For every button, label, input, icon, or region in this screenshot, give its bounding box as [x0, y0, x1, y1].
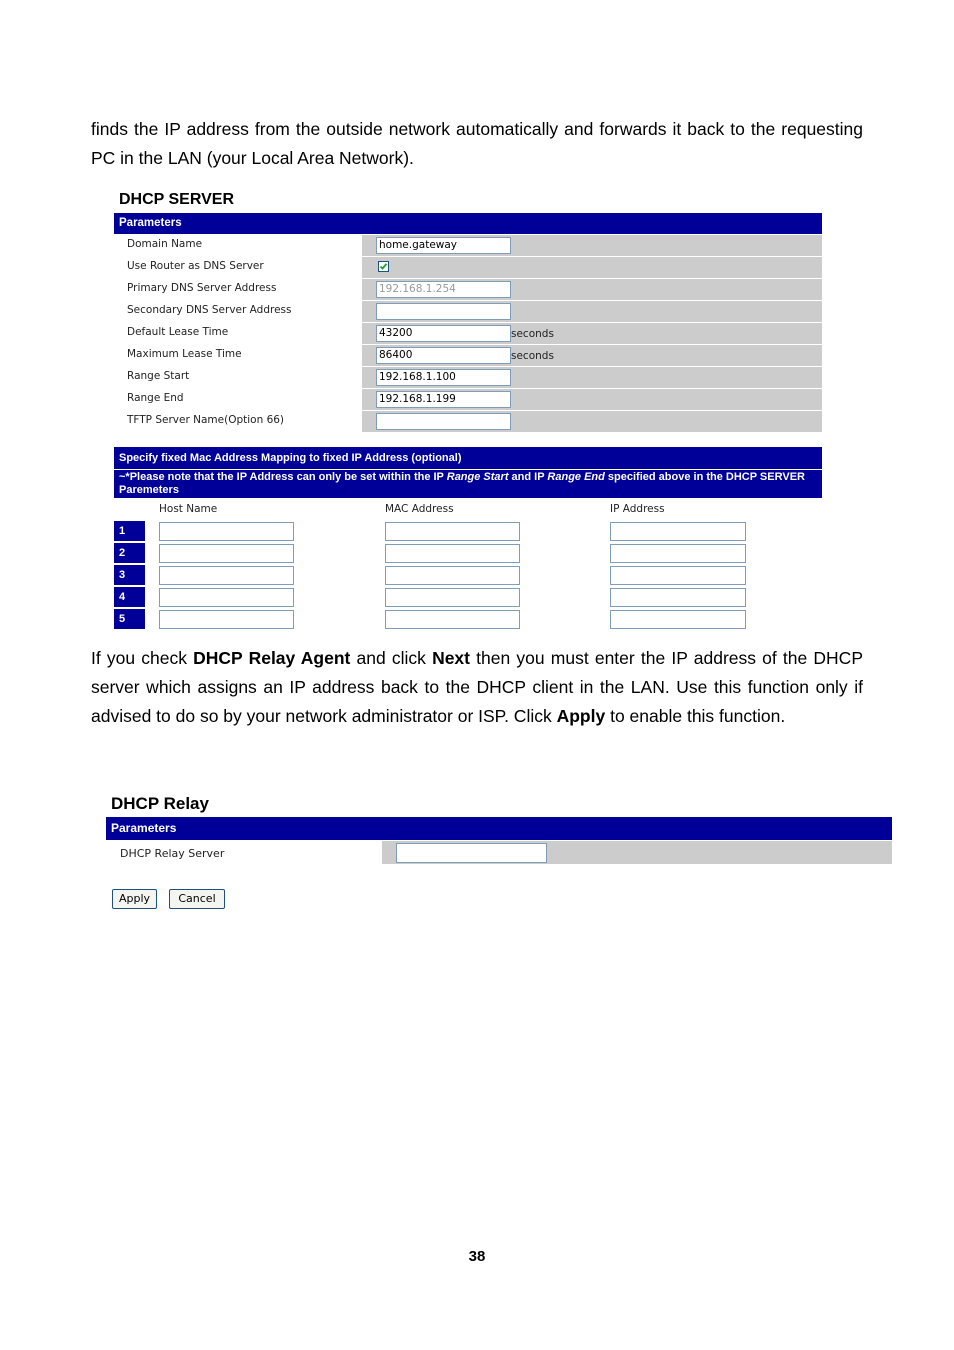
field-label: Default Lease Time [127, 326, 229, 338]
mac-mapping-note: ~*Please note that the IP Address can on… [114, 470, 822, 498]
mac-address-input[interactable] [385, 610, 520, 629]
note-range-end: Range End [547, 471, 605, 483]
text: If you check [91, 648, 194, 668]
field-row-secondary-dns: Secondary DNS Server Address [114, 301, 822, 323]
mac-address-input[interactable] [385, 566, 520, 585]
term-next: Next [432, 648, 470, 668]
tftp-server-input[interactable] [376, 413, 511, 430]
mac-address-input[interactable] [385, 544, 520, 563]
field-row-primary-dns: Primary DNS Server Address 192.168.1.254 [114, 279, 822, 301]
field-label: Range End [127, 392, 184, 404]
ip-address-input[interactable] [610, 522, 746, 541]
range-end-input[interactable]: 192.168.1.199 [376, 391, 511, 408]
cancel-button[interactable]: Cancel [169, 889, 225, 909]
field-label: DHCP Relay Server [120, 847, 225, 860]
host-name-input[interactable] [159, 544, 294, 563]
secondary-dns-input[interactable] [376, 303, 511, 320]
ip-address-input[interactable] [610, 544, 746, 563]
field-label: Primary DNS Server Address [127, 282, 277, 294]
page-number: 38 [468, 1248, 486, 1265]
field-label: Domain Name [127, 238, 203, 250]
intro-paragraph: finds the IP address from the outside ne… [91, 119, 863, 168]
default-lease-input[interactable]: 43200 [376, 325, 511, 342]
column-header-mac-address: MAC Address [385, 503, 454, 515]
primary-dns-input[interactable]: 192.168.1.254 [376, 281, 511, 298]
text: and click [350, 648, 433, 668]
range-start-input[interactable]: 192.168.1.100 [376, 369, 511, 386]
term-dhcp-relay-agent: DHCP Relay Agent [193, 648, 351, 668]
checkmark-icon [379, 263, 388, 270]
field-label: Range Start [127, 370, 190, 382]
host-name-input[interactable] [159, 566, 294, 585]
domain-name-input[interactable]: home.gateway [376, 237, 511, 254]
field-label: Maximum Lease Time [127, 348, 242, 360]
mac-address-input[interactable] [385, 522, 520, 541]
field-row-range-start: Range Start 192.168.1.100 [114, 367, 822, 389]
row-index: 1 [114, 521, 145, 541]
relay-paragraph: If you check DHCP Relay Agent and click … [91, 644, 863, 731]
term-apply: Apply [556, 706, 606, 726]
field-row-domain-name: Domain Name home.gateway [114, 235, 822, 257]
unit-label: seconds [511, 350, 554, 362]
mac-mapping-header: Specify fixed Mac Address Mapping to fix… [114, 447, 822, 469]
ip-address-input[interactable] [610, 566, 746, 585]
field-label: TFTP Server Name(Option 66) [127, 414, 285, 426]
field-row-tftp-server: TFTP Server Name(Option 66) [114, 411, 822, 433]
host-name-input[interactable] [159, 522, 294, 541]
mac-address-input[interactable] [385, 588, 520, 607]
host-name-input[interactable] [159, 610, 294, 629]
field-row-default-lease: Default Lease Time 43200 seconds [114, 323, 822, 345]
note-range-start: Range Start [446, 471, 509, 483]
note-text: ~*Please note that the IP Address can on… [119, 471, 447, 483]
row-index: 4 [114, 587, 145, 607]
field-label: Use Router as DNS Server [127, 260, 264, 272]
field-row-max-lease: Maximum Lease Time 86400 seconds [114, 345, 822, 367]
max-lease-input[interactable]: 86400 [376, 347, 511, 364]
note-text: and IP [508, 471, 548, 483]
dhcp-relay-title: DHCP Relay [111, 794, 209, 813]
row-index: 5 [114, 609, 145, 629]
field-row-use-router-dns: Use Router as DNS Server [114, 257, 822, 279]
column-header-ip-address: IP Address [610, 503, 665, 515]
row-index: 2 [114, 543, 145, 563]
text: to enable this function. [605, 706, 786, 726]
unit-label: seconds [511, 328, 554, 340]
apply-button[interactable]: Apply [112, 889, 157, 909]
parameters-header: Parameters [114, 213, 822, 234]
relay-parameters-header: Parameters [106, 817, 892, 840]
dhcp-server-title: DHCP SERVER [119, 191, 234, 208]
ip-address-input[interactable] [610, 588, 746, 607]
host-name-input[interactable] [159, 588, 294, 607]
row-index: 3 [114, 565, 145, 585]
field-row-relay-server: DHCP Relay Server [106, 841, 892, 864]
ip-address-input[interactable] [610, 610, 746, 629]
use-router-dns-checkbox[interactable] [378, 261, 389, 272]
field-label: Secondary DNS Server Address [127, 304, 292, 316]
relay-server-input[interactable] [396, 843, 547, 863]
field-row-range-end: Range End 192.168.1.199 [114, 389, 822, 411]
column-header-host-name: Host Name [159, 503, 218, 515]
